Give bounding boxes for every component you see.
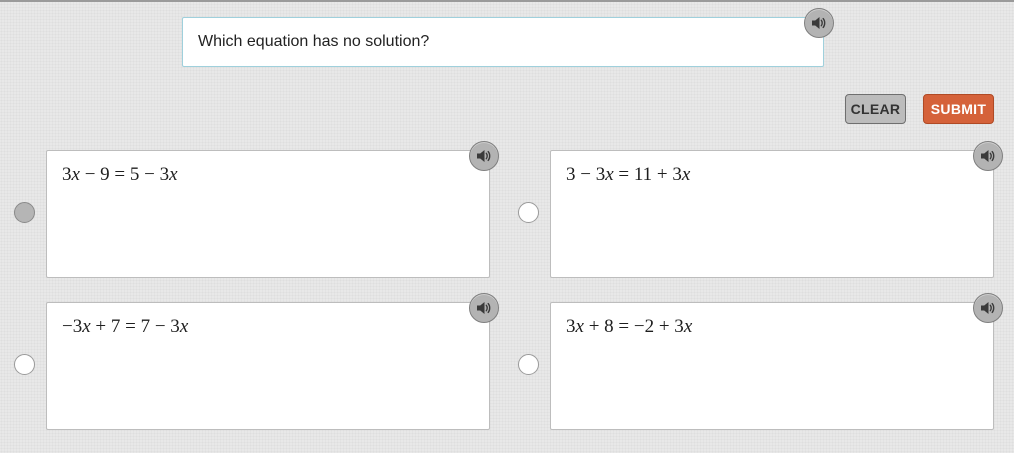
option-b-radio[interactable] bbox=[518, 202, 539, 223]
option-d-equation: 3x + 8 = −2 + 3x bbox=[566, 316, 693, 337]
question-box: Which equation has no solution? bbox=[182, 17, 824, 67]
option-c-card[interactable]: −3x + 7 = 7 − 3x bbox=[46, 302, 490, 430]
speaker-icon bbox=[979, 299, 997, 317]
option-d-card[interactable]: 3x + 8 = −2 + 3x bbox=[550, 302, 994, 430]
option-c-equation: −3x + 7 = 7 − 3x bbox=[62, 316, 189, 337]
option-a-radio[interactable] bbox=[14, 202, 35, 223]
speaker-icon bbox=[979, 147, 997, 165]
option-c-radio[interactable] bbox=[14, 354, 35, 375]
top-divider bbox=[0, 0, 1014, 2]
speaker-icon bbox=[810, 14, 828, 32]
option-b-card[interactable]: 3 − 3x = 11 + 3x bbox=[550, 150, 994, 278]
speaker-icon bbox=[475, 147, 493, 165]
option-b-equation: 3 − 3x = 11 + 3x bbox=[566, 164, 691, 185]
option-c-audio-button[interactable] bbox=[469, 293, 499, 323]
speaker-icon bbox=[475, 299, 493, 317]
question-audio-button[interactable] bbox=[804, 8, 834, 38]
option-d-audio-button[interactable] bbox=[973, 293, 1003, 323]
clear-button[interactable]: CLEAR bbox=[845, 94, 906, 124]
option-d-radio[interactable] bbox=[518, 354, 539, 375]
submit-button[interactable]: SUBMIT bbox=[923, 94, 994, 124]
question-text: Which equation has no solution? bbox=[198, 33, 430, 50]
option-b-audio-button[interactable] bbox=[973, 141, 1003, 171]
option-a-equation: 3x − 9 = 5 − 3x bbox=[62, 164, 178, 185]
option-a-card[interactable]: 3x − 9 = 5 − 3x bbox=[46, 150, 490, 278]
option-a-audio-button[interactable] bbox=[469, 141, 499, 171]
